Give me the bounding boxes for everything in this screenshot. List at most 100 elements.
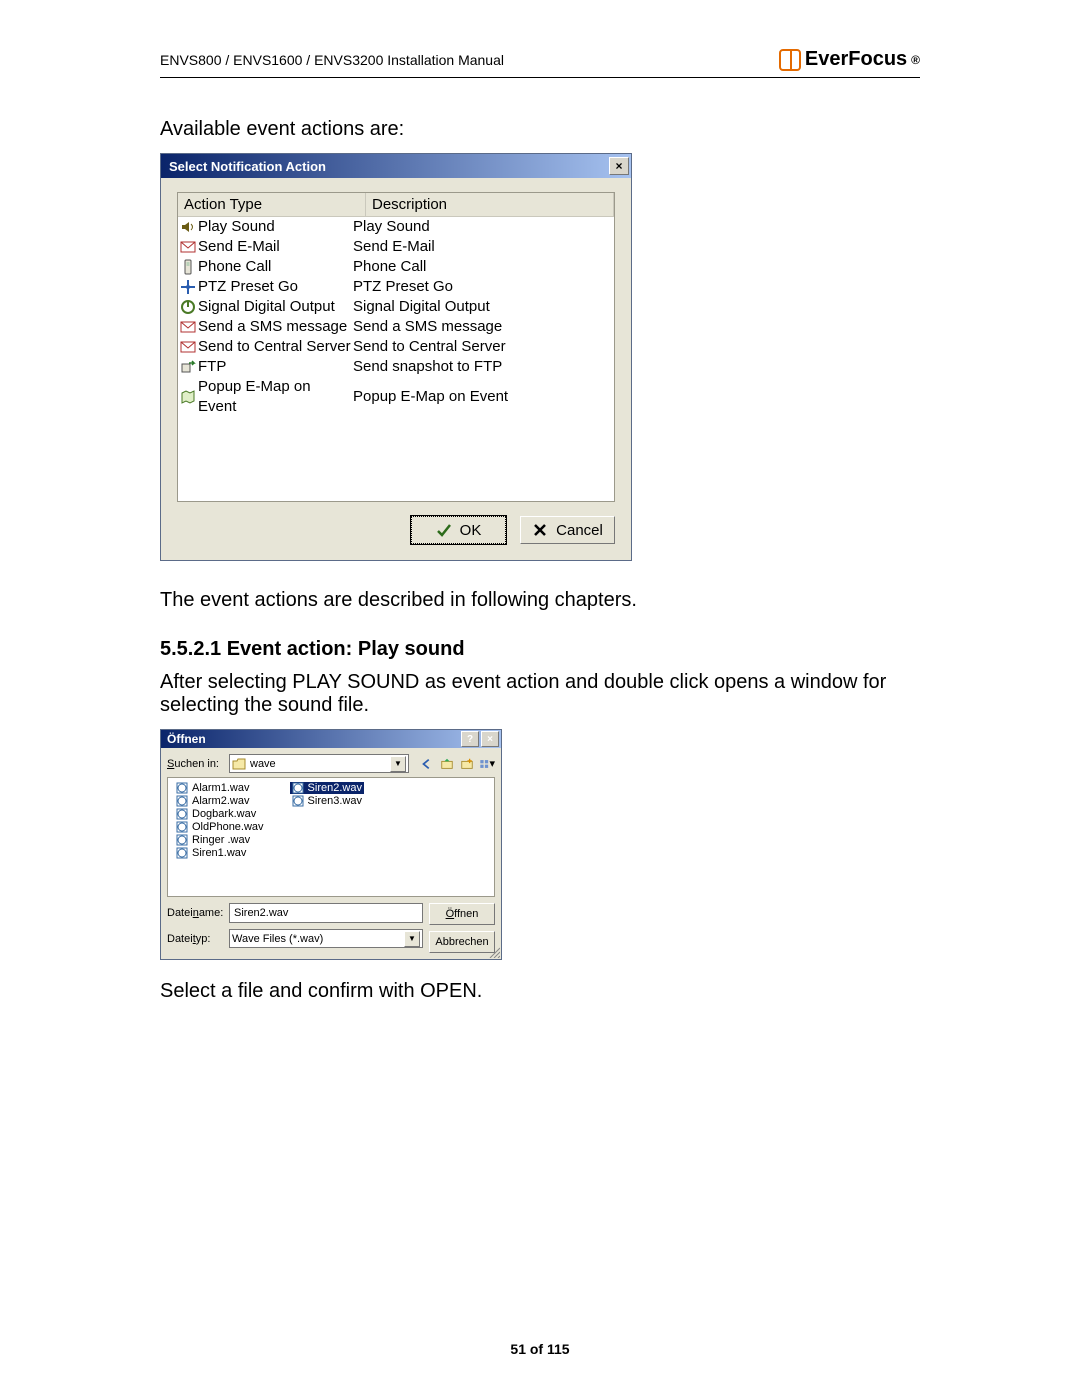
mail-icon [180, 319, 196, 335]
filename-input[interactable]: Siren2.wav [229, 903, 423, 923]
speaker-icon [180, 219, 196, 235]
filetype-label: Dateityp: [167, 933, 223, 945]
mail-icon [180, 239, 196, 255]
mail-icon [180, 339, 196, 355]
action-type-text: Signal Digital Output [198, 297, 335, 317]
list-header: Action Type Description [178, 193, 614, 217]
document-page: ENVS800 / ENVS1600 / ENVS3200 Installati… [0, 0, 1080, 1397]
wav-file-icon [176, 834, 188, 846]
file-item[interactable]: Siren3.wav [290, 795, 364, 807]
page-footer: 51 of 115 [0, 1341, 1080, 1357]
output-icon [180, 299, 196, 315]
column-action-type[interactable]: Action Type [178, 193, 366, 217]
close-icon[interactable]: × [609, 157, 629, 175]
list-item[interactable]: Play Sound Play Sound [178, 217, 614, 237]
resize-grip-icon[interactable] [488, 946, 500, 958]
brand-logo: EverFocus ® [779, 48, 920, 71]
phone-icon [180, 259, 196, 275]
ftp-icon [180, 359, 196, 375]
new-folder-icon[interactable] [459, 756, 475, 772]
views-icon[interactable]: ▾ [479, 756, 495, 772]
description-text: Play Sound [353, 217, 614, 237]
description-text: Popup E-Map on Event [353, 387, 614, 407]
registered-mark: ® [911, 53, 920, 67]
help-icon[interactable]: ? [461, 731, 479, 747]
wav-file-icon [176, 808, 188, 820]
description-text: Send snapshot to FTP [353, 357, 614, 377]
column-description[interactable]: Description [366, 193, 614, 217]
dialog-titlebar[interactable]: Öffnen ? × [161, 730, 501, 748]
select-notification-action-dialog: Select Notification Action × Action Type… [160, 153, 632, 561]
list-item[interactable]: Send E-Mail Send E-Mail [178, 237, 614, 257]
wav-file-icon [292, 795, 304, 807]
open-button[interactable]: Öffnen [429, 903, 495, 925]
look-in-label: Suchen in: [167, 758, 223, 770]
ptz-icon [180, 279, 196, 295]
description-text: Signal Digital Output [353, 297, 614, 317]
map-icon [180, 389, 196, 405]
file-item[interactable]: Dogbark.wav [174, 808, 266, 820]
list-item[interactable]: FTP Send snapshot to FTP [178, 357, 614, 377]
list-item[interactable]: PTZ Preset Go PTZ Preset Go [178, 277, 614, 297]
action-type-text: Send a SMS message [198, 317, 347, 337]
action-type-text: Play Sound [198, 217, 275, 237]
list-item[interactable]: Signal Digital Output Signal Digital Outp… [178, 297, 614, 317]
action-type-text: PTZ Preset Go [198, 277, 298, 297]
wav-file-icon [176, 821, 188, 833]
paragraph: The event actions are described in follo… [160, 589, 920, 612]
dialog-body: Action Type Description Play SoundPlay S… [161, 178, 631, 560]
close-icon[interactable]: × [481, 731, 499, 747]
dialog-title: Öffnen [167, 732, 206, 746]
intro-text: Available event actions are: [160, 118, 920, 141]
description-text: Phone Call [353, 257, 614, 277]
action-type-text: Phone Call [198, 257, 271, 277]
wav-file-icon [292, 782, 304, 794]
description-text: Send a SMS message [353, 317, 614, 337]
description-text: Send E-Mail [353, 237, 614, 257]
check-icon [436, 522, 452, 538]
action-type-text: FTP [198, 357, 226, 377]
file-item[interactable]: Ringer .wav [174, 834, 266, 846]
list-item[interactable]: Popup E-Map on EventPopup E-Map on Event [178, 377, 614, 417]
list-item[interactable]: Send to Central ServerSend to Central Se… [178, 337, 614, 357]
dialog-titlebar[interactable]: Select Notification Action × [161, 154, 631, 178]
section-heading: 5.5.2.1 Event action: Play sound [160, 638, 920, 661]
paragraph: After selecting PLAY SOUND as event acti… [160, 671, 920, 717]
wav-file-icon [176, 795, 188, 807]
folder-icon [232, 758, 246, 770]
filename-label: Dateiname: [167, 907, 223, 919]
list-item[interactable]: Phone Call Phone Call [178, 257, 614, 277]
file-item[interactable]: Alarm2.wav [174, 795, 266, 807]
look-in-combo[interactable]: wave ▼ [229, 754, 409, 773]
action-type-text: Send E-Mail [198, 237, 280, 257]
paragraph: Select a file and confirm with OPEN. [160, 980, 920, 1003]
filetype-combo[interactable]: Wave Files (*.wav) ▼ [229, 929, 423, 948]
back-icon[interactable] [419, 756, 435, 772]
everfocus-icon [779, 49, 801, 71]
description-text: Send to Central Server [353, 337, 614, 357]
action-type-text: Popup E-Map on Event [198, 377, 353, 417]
file-list[interactable]: Alarm1.wavAlarm2.wavDogbark.wavOldPhone.… [167, 777, 495, 897]
description-text: PTZ Preset Go [353, 277, 614, 297]
ok-button[interactable]: OK [411, 516, 506, 544]
chevron-down-icon[interactable]: ▼ [404, 931, 420, 947]
file-item[interactable]: OldPhone.wav [174, 821, 266, 833]
cancel-button[interactable]: Abbrechen [429, 931, 495, 953]
header-left-text: ENVS800 / ENVS1600 / ENVS3200 Installati… [160, 52, 504, 68]
cancel-button[interactable]: Cancel [520, 516, 615, 544]
file-item[interactable]: Siren2.wav [290, 782, 364, 794]
wav-file-icon [176, 847, 188, 859]
brand-name: EverFocus [805, 48, 907, 71]
page-header: ENVS800 / ENVS1600 / ENVS3200 Installati… [160, 48, 920, 78]
dialog-title: Select Notification Action [169, 159, 326, 174]
open-file-dialog: Öffnen ? × Suchen in: wave ▼ ▾ [160, 729, 502, 960]
chevron-down-icon[interactable]: ▼ [390, 756, 406, 772]
file-item[interactable]: Alarm1.wav [174, 782, 266, 794]
file-item[interactable]: Siren1.wav [174, 847, 266, 859]
action-list[interactable]: Action Type Description Play SoundPlay S… [177, 192, 615, 502]
list-item[interactable]: Send a SMS message Send a SMS message [178, 317, 614, 337]
wav-file-icon [176, 782, 188, 794]
action-type-text: Send to Central Server [198, 337, 351, 357]
up-folder-icon[interactable] [439, 756, 455, 772]
x-icon [532, 522, 548, 538]
